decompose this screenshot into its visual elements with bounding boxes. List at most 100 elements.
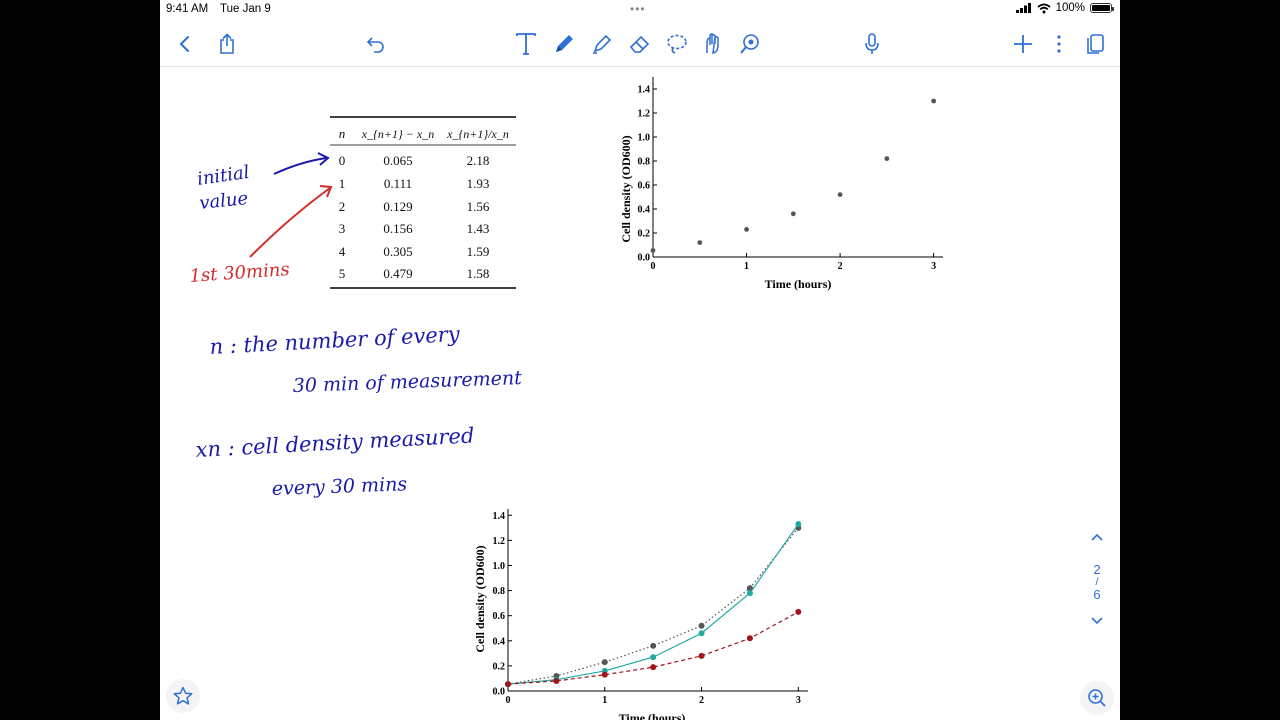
- y-tick-label: 0.8: [638, 157, 651, 168]
- table-cell: 0.305: [383, 244, 412, 259]
- note-initial-line2: value: [198, 188, 249, 214]
- cellular-signal-icon: [1015, 3, 1031, 13]
- data-point: [650, 664, 657, 671]
- data-point: [505, 681, 511, 688]
- page-total: 6: [1093, 587, 1101, 602]
- data-point: [837, 192, 843, 197]
- table-cell: 0: [339, 153, 346, 168]
- more-icon[interactable]: [1044, 30, 1074, 58]
- x-tick-label: 3: [796, 695, 801, 706]
- data-point: [698, 630, 705, 637]
- table-header-n: n: [339, 126, 346, 141]
- share-icon[interactable]: [212, 30, 242, 58]
- data-point: [553, 677, 560, 684]
- note-n-def-line1: n : the number of every: [209, 322, 461, 359]
- data-point: [931, 98, 937, 104]
- table-header-ratio: x_{n+1}/x_n: [446, 127, 509, 141]
- table-cell: 0.156: [383, 221, 413, 236]
- table-cell: 0.479: [383, 266, 412, 281]
- chart2-xlabel: Time (hours): [619, 711, 686, 720]
- note-first-30mins: 1st 30mins: [189, 259, 290, 287]
- data-point: [650, 248, 656, 253]
- zoom-in-icon[interactable]: [1080, 681, 1114, 715]
- table-cell: 3: [339, 221, 346, 236]
- table-cell: 1: [339, 176, 346, 191]
- arrow-first-30mins: [249, 187, 331, 258]
- data-point: [650, 642, 657, 649]
- status-date: Tue Jan 9: [220, 3, 271, 15]
- x-tick-label: 2: [838, 261, 843, 272]
- page-current: 2: [1093, 562, 1101, 577]
- undo-icon[interactable]: [361, 30, 391, 58]
- multitasking-dots[interactable]: •••: [630, 2, 646, 16]
- x-tick-label: 3: [931, 261, 936, 272]
- x-tick-label: 1: [744, 261, 749, 272]
- favorite-star-icon[interactable]: [166, 679, 200, 713]
- page-navigator: 2 / 6: [1082, 530, 1112, 629]
- y-tick-label: 0.0: [493, 687, 506, 698]
- back-chevron-icon[interactable]: [170, 30, 200, 58]
- y-tick-label: 0.8: [493, 586, 506, 597]
- page-down-chevron-icon[interactable]: [1082, 614, 1112, 629]
- data-point: [790, 211, 796, 217]
- y-tick-label: 0.6: [493, 611, 506, 622]
- table-cell: 5: [339, 266, 346, 281]
- data-point: [746, 635, 753, 642]
- table-cell: 2.18: [467, 153, 490, 168]
- note-page[interactable]: n x_{n+1} − x_n x_{n+1}/x_n 0 0.065 2.18…: [160, 67, 1120, 720]
- add-icon[interactable]: [1008, 30, 1038, 58]
- text-tool-icon[interactable]: [511, 30, 541, 58]
- pen-tool-icon[interactable]: [549, 30, 579, 58]
- y-tick-label: 1.4: [493, 511, 506, 522]
- chart1-ylabel: Cell density (OD600): [619, 135, 633, 242]
- data-point: [650, 654, 657, 661]
- eraser-tool-icon[interactable]: [625, 30, 655, 58]
- y-tick-label: 1.2: [638, 109, 651, 120]
- status-time: 9:41 AM: [166, 3, 209, 15]
- table-cell: 0.065: [383, 153, 412, 168]
- data-point: [697, 240, 703, 246]
- table-cell: 1.43: [467, 221, 490, 236]
- data-point: [884, 156, 890, 161]
- data-table: n x_{n+1} − x_n x_{n+1}/x_n 0 0.065 2.18…: [330, 116, 516, 289]
- arrow-initial-value: [273, 157, 327, 175]
- table-cell: 0.111: [384, 176, 412, 191]
- data-point: [795, 608, 802, 615]
- notes-app-screen: 9:41 AM Tue Jan 9 ••• 100% n x_{n+1} − x…: [160, 0, 1120, 720]
- data-point: [601, 659, 608, 666]
- battery-percent: 100%: [1055, 2, 1085, 14]
- x-tick-label: 2: [699, 695, 704, 706]
- note-initial-line1: initial: [196, 162, 251, 190]
- table-cell: 1.59: [467, 244, 490, 259]
- laser-pointer-icon[interactable]: [735, 30, 765, 58]
- data-point: [744, 227, 749, 232]
- highlighter-tool-icon[interactable]: [587, 30, 617, 58]
- table-header-diff: x_{n+1} − x_n: [361, 127, 434, 141]
- battery-icon: [1090, 3, 1114, 13]
- wifi-icon: [1037, 3, 1051, 13]
- y-tick-label: 0.2: [638, 229, 651, 240]
- page-separator: /: [1095, 576, 1099, 588]
- y-tick-label: 1.0: [638, 133, 651, 144]
- page-view-icon[interactable]: [1080, 30, 1110, 58]
- page-up-chevron-icon[interactable]: [1082, 530, 1112, 552]
- y-tick-label: 0.4: [638, 205, 651, 216]
- chart2-ylabel: Cell density (OD600): [473, 545, 487, 652]
- note-xn-def-line1: xn : cell density measured: [195, 423, 475, 462]
- microphone-icon[interactable]: [857, 30, 887, 58]
- data-point: [698, 652, 705, 659]
- table-cell: 2: [339, 199, 346, 214]
- shapes-tool-icon[interactable]: [698, 30, 728, 58]
- x-tick-label: 0: [506, 695, 511, 706]
- series-line: [507, 527, 799, 685]
- y-tick-label: 1.0: [493, 561, 506, 572]
- lasso-tool-icon[interactable]: [662, 30, 692, 58]
- y-tick-label: 1.2: [493, 536, 506, 547]
- note-n-def-line2: 30 min of measurement: [292, 367, 522, 397]
- page-canvas: n x_{n+1} − x_n x_{n+1}/x_n 0 0.065 2.18…: [189, 77, 943, 720]
- cell-density-scatter-chart: Cell density (OD600) Time (hours) 0.0 0.2…: [619, 77, 943, 291]
- chart1-xlabel: Time (hours): [765, 277, 832, 291]
- data-point: [601, 671, 608, 678]
- data-point: [746, 590, 753, 597]
- table-cell: 1.93: [467, 176, 490, 191]
